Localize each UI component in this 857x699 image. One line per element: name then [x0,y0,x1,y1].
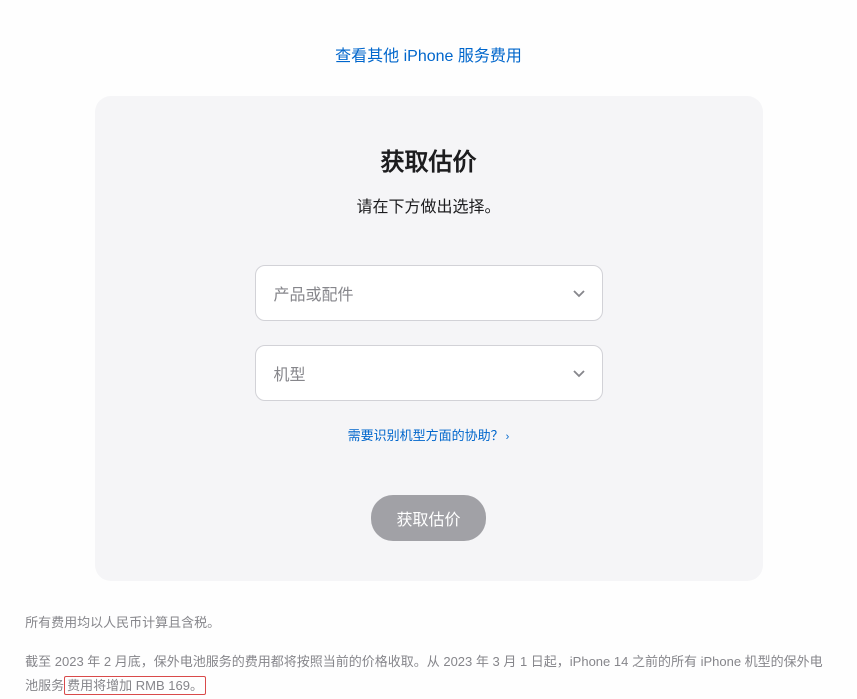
chevron-down-icon [572,286,586,300]
estimate-card: 获取估价 请在下方做出选择。 产品或配件 机型 [95,96,763,581]
model-select-wrapper: 机型 [255,345,603,401]
product-select-wrapper: 产品或配件 [255,265,603,321]
card-title: 获取估价 [125,142,733,177]
disclaimer-section: 所有费用均以人民币计算且含税。 截至 2023 年 2 月底，保外电池服务的费用… [17,611,840,699]
other-services-link[interactable]: 查看其他 iPhone 服务费用 [335,48,522,65]
top-link-wrapper: 查看其他 iPhone 服务费用 [0,0,857,96]
help-link-wrapper: 需要识别机型方面的协助？› [125,425,733,445]
identify-model-help-link[interactable]: 需要识别机型方面的协助？› [348,428,510,443]
disclaimer-line1: 所有费用均以人民币计算且含税。 [25,611,832,636]
model-select[interactable]: 机型 [255,345,603,401]
model-select-placeholder: 机型 [274,361,306,385]
disclaimer-line2: 截至 2023 年 2 月底，保外电池服务的费用都将按照当前的价格收取。从 20… [25,650,832,699]
help-link-text: 需要识别机型方面的协助？ [348,428,504,443]
chevron-right-icon: › [506,431,510,443]
chevron-down-icon [572,366,586,380]
product-select[interactable]: 产品或配件 [255,265,603,321]
get-estimate-button[interactable]: 获取估价 [371,495,485,541]
price-increase-highlight: 费用将增加 RMB 169。 [64,676,206,695]
card-subtitle: 请在下方做出选择。 [125,193,733,217]
product-select-placeholder: 产品或配件 [274,281,354,305]
